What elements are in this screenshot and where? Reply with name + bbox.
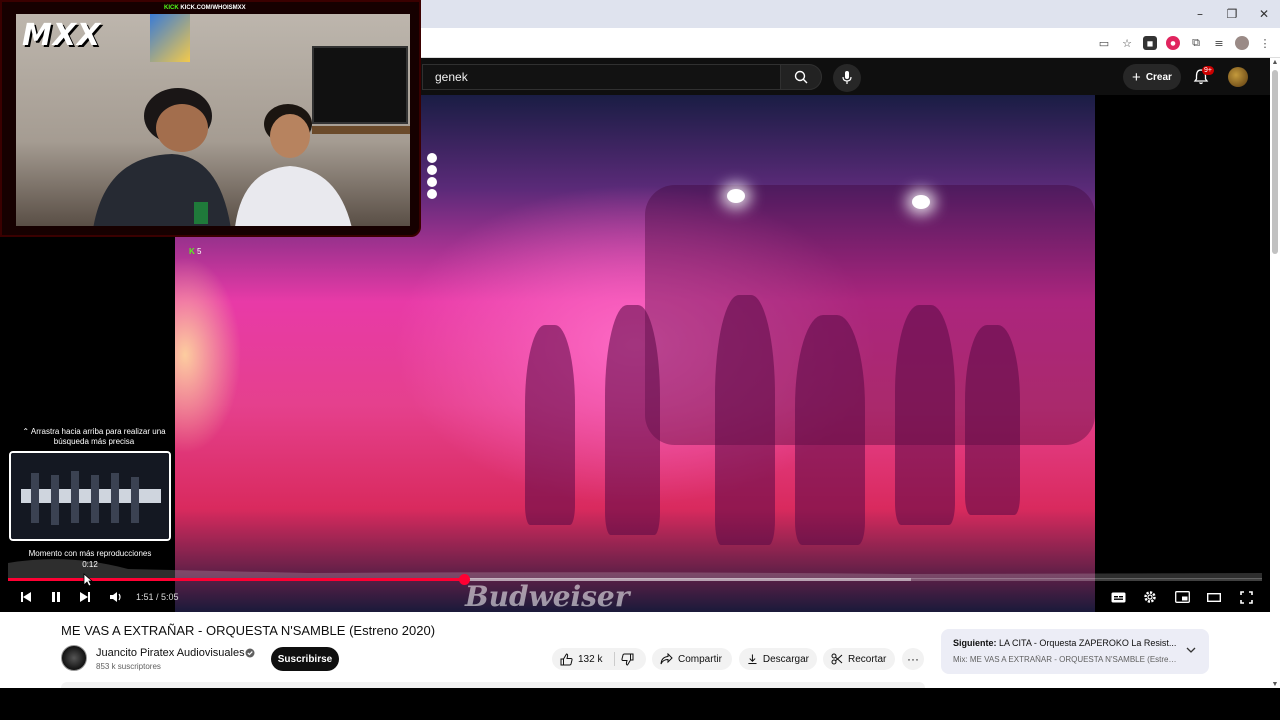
subtitles-icon xyxy=(1111,592,1125,602)
close-button[interactable]: ✕ xyxy=(1248,0,1280,28)
search-input[interactable]: genek xyxy=(422,64,780,90)
band-member xyxy=(605,305,660,535)
band-member xyxy=(965,325,1020,515)
video-details: ME VAS A EXTRAÑAR - ORQUESTA N'SAMBLE (E… xyxy=(0,612,1270,688)
like-dislike-group: 132 k xyxy=(552,648,646,670)
channel-avatar[interactable] xyxy=(61,645,87,671)
page-scrollbar[interactable]: ▲ ▼ xyxy=(1270,58,1280,690)
dislike-icon[interactable] xyxy=(621,653,634,666)
scroll-up-arrow-icon[interactable]: ▲ xyxy=(1271,59,1279,67)
band-member xyxy=(525,325,575,525)
progress-bar[interactable] xyxy=(8,574,1262,585)
search-icon xyxy=(794,70,808,84)
player-controls: 1:51 / 5:05 xyxy=(0,584,1270,610)
mouse-cursor-icon xyxy=(83,573,93,587)
clip-button[interactable]: Recortar xyxy=(823,648,895,670)
puzzle-icon[interactable]: ⧉ xyxy=(1189,36,1203,50)
gear-icon xyxy=(1144,591,1156,603)
up-next-title[interactable]: Siguiente: LA CITA - Orquesta ZAPEROKO L… xyxy=(953,638,1178,648)
stage-dots xyxy=(427,153,437,201)
band-member xyxy=(715,295,775,545)
clip-label: Recortar xyxy=(848,653,887,665)
up-next-playlist: Mix: ME VAS A EXTRAÑAR - ORQUESTA N'SAMB… xyxy=(953,655,1178,664)
menu-icon[interactable]: ⋮ xyxy=(1258,36,1272,50)
channel-name-link[interactable]: Juancito Piratex Audiovisuales xyxy=(96,647,245,659)
chevron-down-icon[interactable] xyxy=(1185,644,1197,656)
subtitles-button[interactable] xyxy=(1108,588,1128,606)
voice-search-button[interactable] xyxy=(833,64,861,92)
share-button[interactable]: Compartir xyxy=(652,648,732,670)
bottom-letterbox xyxy=(0,688,1280,720)
theater-icon xyxy=(1207,592,1221,602)
time-display: 1:51 / 5:05 xyxy=(136,592,179,602)
streamer-person xyxy=(93,88,231,226)
reading-list-icon[interactable]: ≡ xyxy=(1212,36,1226,50)
fullscreen-button[interactable] xyxy=(1236,588,1256,606)
like-count[interactable]: 132 k xyxy=(578,654,602,665)
browser-extension-icons: ▭ ☆ ◼ ● ⧉ ≡ ⋮ xyxy=(1097,28,1272,58)
plus-icon: + xyxy=(1132,68,1141,86)
stage-light xyxy=(912,195,930,209)
band-member xyxy=(795,315,865,545)
like-icon[interactable] xyxy=(560,652,573,666)
stage-light xyxy=(727,189,745,203)
microphone-icon xyxy=(842,71,852,84)
streamer-logo: MXX xyxy=(22,18,102,53)
preview-image xyxy=(11,453,169,539)
progress-played xyxy=(8,578,465,581)
volume-icon xyxy=(110,592,121,602)
up-next-card[interactable]: Siguiente: LA CITA - Orquesta ZAPEROKO L… xyxy=(941,629,1209,674)
share-icon xyxy=(660,653,673,665)
miniplayer-button[interactable] xyxy=(1172,588,1192,606)
miniplayer-icon xyxy=(1174,591,1190,603)
create-button[interactable]: + Crear xyxy=(1123,64,1181,90)
volume-button[interactable] xyxy=(106,588,126,606)
ublock-icon[interactable]: ● xyxy=(1166,36,1180,50)
more-actions-button[interactable]: ··· xyxy=(902,648,924,670)
wall-poster xyxy=(150,14,190,62)
like-divider xyxy=(614,652,615,666)
subscriber-count: 853 k suscriptores xyxy=(96,662,161,671)
user-avatar[interactable] xyxy=(1228,67,1248,87)
scrollbar-thumb[interactable] xyxy=(1272,70,1278,254)
next-button[interactable] xyxy=(75,588,95,606)
extension-dark-icon[interactable]: ◼ xyxy=(1143,36,1157,50)
notification-badge: 9+ xyxy=(1202,66,1214,75)
download-label: Descargar xyxy=(762,653,809,665)
previous-button[interactable] xyxy=(16,588,36,606)
profile-avatar[interactable] xyxy=(1235,36,1249,50)
video-title: ME VAS A EXTRAÑAR - ORQUESTA N'SAMBLE (E… xyxy=(61,623,436,638)
kick-channel-url: KICK KICK.COM/WHOISMXX xyxy=(164,5,246,11)
storyboard-preview xyxy=(9,451,171,541)
stage-shadow xyxy=(645,185,1095,445)
guest-person xyxy=(235,104,352,226)
most-replayed-heatmap xyxy=(8,559,1262,579)
fullscreen-icon xyxy=(1239,590,1253,604)
subscribe-button[interactable]: Suscribirse xyxy=(271,647,339,671)
kick-viewer-badge: K 5 xyxy=(189,247,202,256)
settings-button[interactable] xyxy=(1140,588,1160,606)
band-member xyxy=(895,305,955,525)
download-icon xyxy=(748,654,757,665)
streamer-webcam-overlay: MXX KICK KICK.COM/WHOISMXX xyxy=(0,0,421,237)
next-icon xyxy=(80,592,90,602)
download-button[interactable]: Descargar xyxy=(739,648,817,670)
search-button[interactable] xyxy=(780,64,822,90)
previous-icon xyxy=(21,592,31,602)
pause-icon xyxy=(52,592,60,602)
window-controls: – ❐ ✕ xyxy=(1184,0,1280,28)
verified-badge-icon xyxy=(245,648,255,658)
cast-icon[interactable]: ▭ xyxy=(1097,36,1111,50)
star-icon[interactable]: ☆ xyxy=(1120,36,1134,50)
share-label: Compartir xyxy=(678,653,722,665)
restore-button[interactable]: ❐ xyxy=(1216,0,1248,28)
pause-button[interactable] xyxy=(46,588,66,606)
minimize-button[interactable]: – xyxy=(1184,0,1216,28)
drag-search-hint: ⌃ Arrastra hacia arriba para realizar un… xyxy=(22,427,166,446)
theater-mode-button[interactable] xyxy=(1204,588,1224,606)
scissors-icon xyxy=(831,653,843,665)
create-label: Crear xyxy=(1145,71,1172,83)
screen: – ❐ ✕ ▭ ☆ ◼ ● ⧉ ≡ ⋮ genek + Crear 9+ K 5… xyxy=(0,0,1280,720)
